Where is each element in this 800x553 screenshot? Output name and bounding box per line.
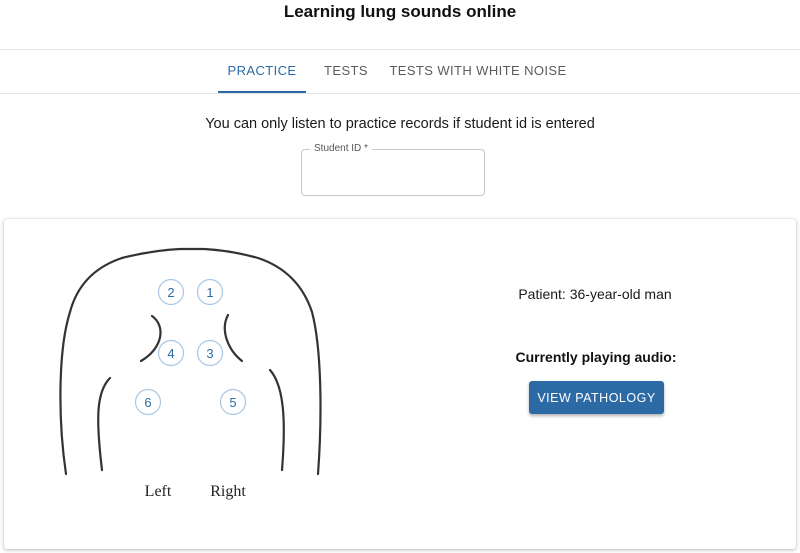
point-6-label: 6 [144,395,151,410]
point-2[interactable]: 2 [157,278,185,306]
point-2-label: 2 [167,285,174,300]
point-5[interactable]: 5 [219,388,247,416]
view-pathology-button[interactable]: VIEW PATHOLOGY [529,381,664,414]
point-1[interactable]: 1 [196,278,224,306]
point-5-label: 5 [229,395,236,410]
point-3-label: 3 [206,346,213,361]
left-side-label: Left [145,483,172,500]
point-1-label: 1 [206,285,213,300]
torso-outline [59,247,322,476]
right-side-label: Right [210,483,246,500]
point-4-label: 4 [167,346,174,361]
point-3[interactable]: 3 [196,339,224,367]
body-diagram: 2 1 4 3 6 5 Left Right [59,247,322,500]
patient-info: Patient: 36-year-old man [518,286,672,302]
currently-playing-heading: Currently playing audio: [515,349,677,365]
point-6[interactable]: 6 [134,388,162,416]
point-4[interactable]: 4 [157,339,185,367]
